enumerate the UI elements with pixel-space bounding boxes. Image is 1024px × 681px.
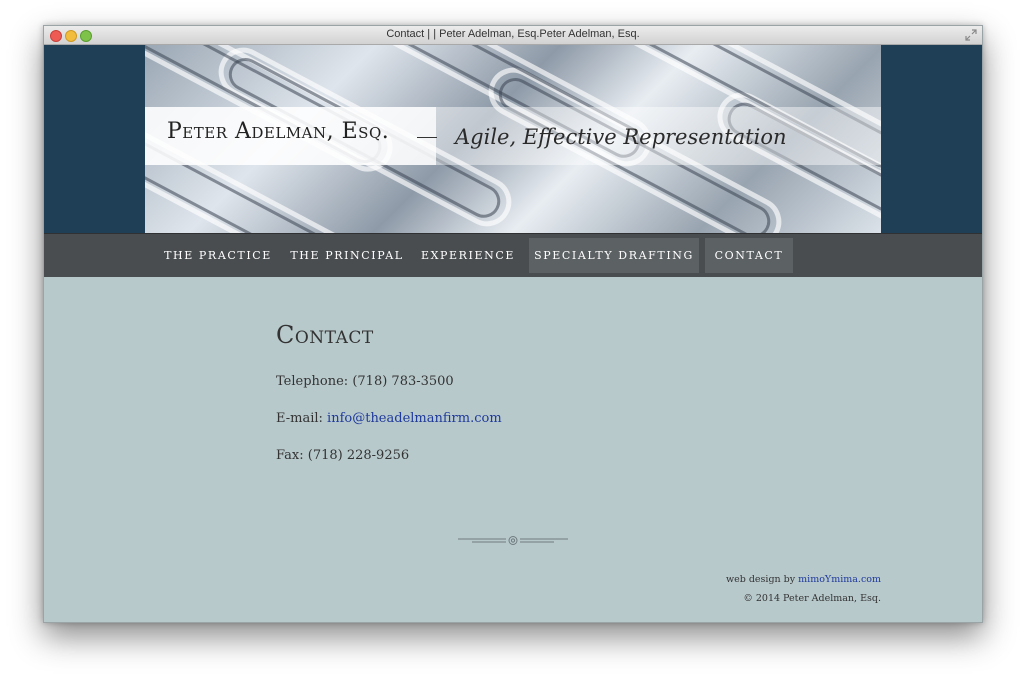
fax-line: Fax: (718) 228-9256 — [276, 448, 409, 463]
title-bar: Contact | | Peter Adelman, Esq.Peter Ade… — [44, 26, 982, 45]
nav-item-the-practice[interactable]: THE PRACTICE — [159, 238, 277, 273]
email-label: E-mail: — [276, 411, 323, 426]
site-header: Peter Adelman, Esq. Agile, Effective Rep… — [44, 45, 982, 233]
telephone-value: (718) 783-3500 — [352, 374, 454, 389]
footer-credit: web design by mimoYmima.com — [726, 574, 881, 585]
fax-value: (718) 228-9256 — [307, 448, 410, 463]
email-line: E-mail: info@theadelmanfirm.com — [276, 411, 502, 426]
fax-label: Fax: — [276, 448, 304, 463]
nav-item-contact[interactable]: CONTACT — [705, 238, 793, 273]
telephone-line: Telephone: (718) 783-3500 — [276, 374, 454, 389]
page-title: Contact — [276, 321, 374, 349]
credit-prefix: web design by — [725, 574, 796, 585]
tagline-dash — [417, 137, 437, 138]
email-link[interactable]: info@theadelmanfirm.com — [327, 411, 502, 426]
main-navigation: THE PRACTICE THE PRINCIPAL EXPERIENCE SP… — [44, 233, 982, 277]
fullscreen-icon[interactable] — [965, 29, 977, 41]
nav-item-the-principal[interactable]: THE PRINCIPAL — [287, 238, 407, 273]
nav-item-specialty-drafting[interactable]: SPECIALTY DRAFTING — [529, 238, 699, 273]
nav-item-experience[interactable]: EXPERIENCE — [418, 238, 518, 273]
header-banner-image: Peter Adelman, Esq. Agile, Effective Rep… — [145, 45, 881, 233]
site-tagline: Agile, Effective Representation — [455, 125, 787, 149]
footer-copyright: © 2014 Peter Adelman, Esq. — [743, 593, 881, 604]
window-title: Contact | | Peter Adelman, Esq.Peter Ade… — [386, 28, 640, 40]
credit-link[interactable]: mimoYmima.com — [798, 574, 881, 585]
browser-window: Contact | | Peter Adelman, Esq.Peter Ade… — [43, 25, 983, 623]
footer-ornament-divider — [458, 536, 568, 545]
site-name[interactable]: Peter Adelman, Esq. — [167, 119, 389, 144]
telephone-label: Telephone: — [276, 374, 349, 389]
